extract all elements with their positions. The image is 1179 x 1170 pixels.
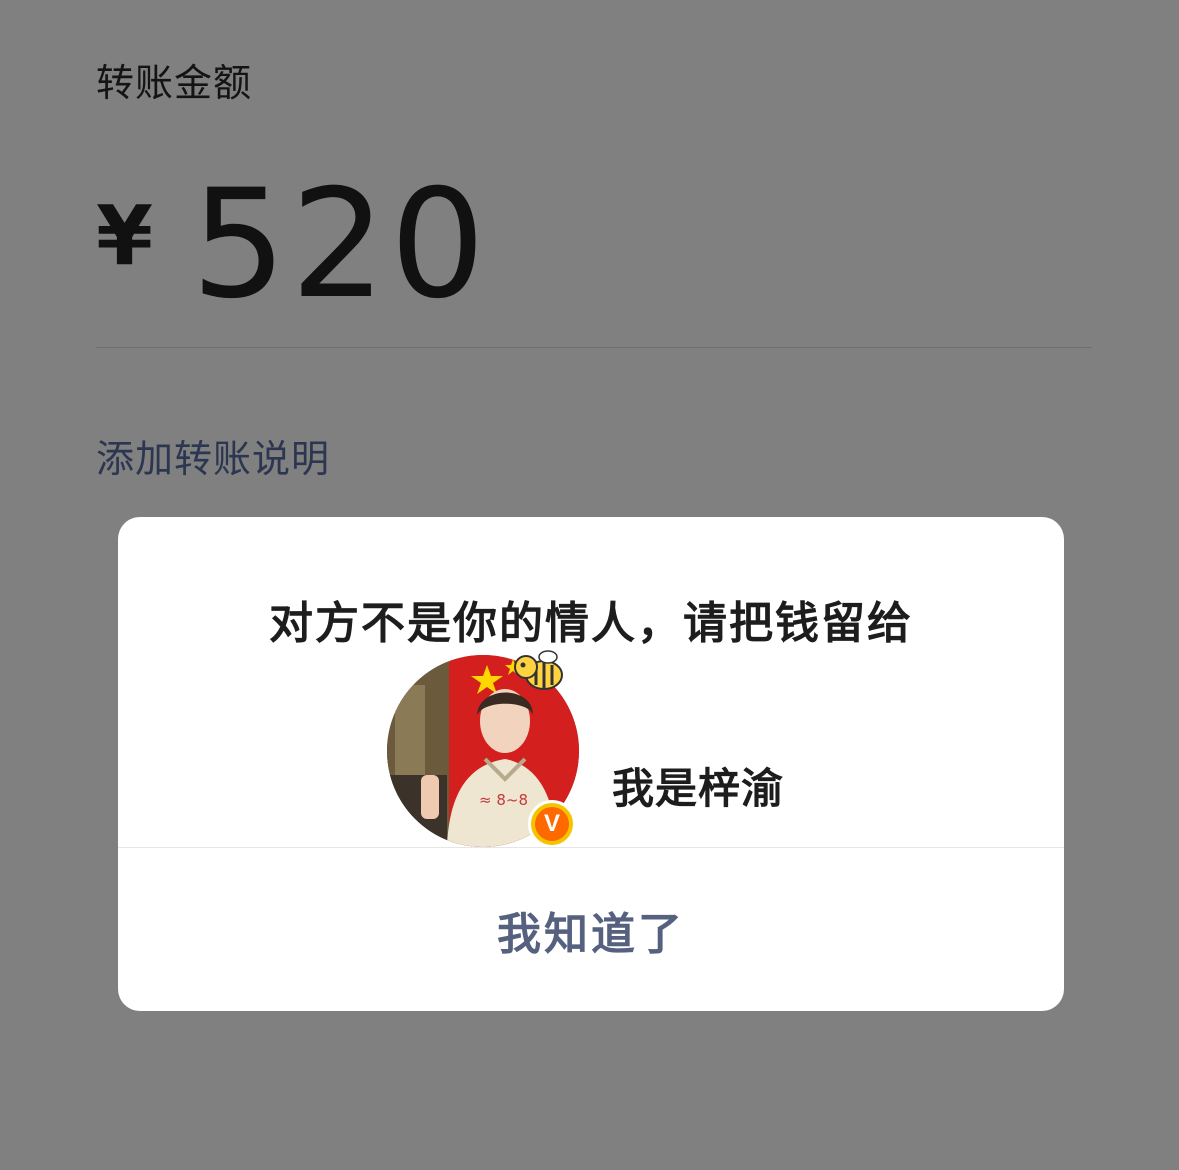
amount-display[interactable]: ¥ 520 (96, 170, 489, 320)
account-name: 我是梓渝 (612, 764, 785, 813)
amount-value: 520 (191, 158, 490, 332)
transfer-screen: 转账金额 ¥ 520 添加转账说明 对方不是你的情人，请把钱留给 ≈ 8~8 V… (0, 0, 1179, 1170)
currency-symbol: ¥ (96, 188, 154, 284)
alert-dialog: 对方不是你的情人，请把钱留给 ≈ 8~8 V 我是梓渝 我知道了 (118, 517, 1064, 1011)
add-transfer-note-link[interactable]: 添加转账说明 (96, 428, 330, 483)
dialog-message: 对方不是你的情人，请把钱留给 (269, 598, 913, 649)
verified-badge-icon: V (528, 800, 576, 848)
verified-badge-text: V (535, 807, 569, 841)
confirm-button[interactable]: 我知道了 (118, 848, 1064, 1011)
amount-label: 转账金额 (96, 61, 253, 105)
bee-icon (506, 647, 566, 703)
svg-text:≈ 8~8: ≈ 8~8 (479, 791, 528, 809)
amount-divider (96, 347, 1092, 348)
